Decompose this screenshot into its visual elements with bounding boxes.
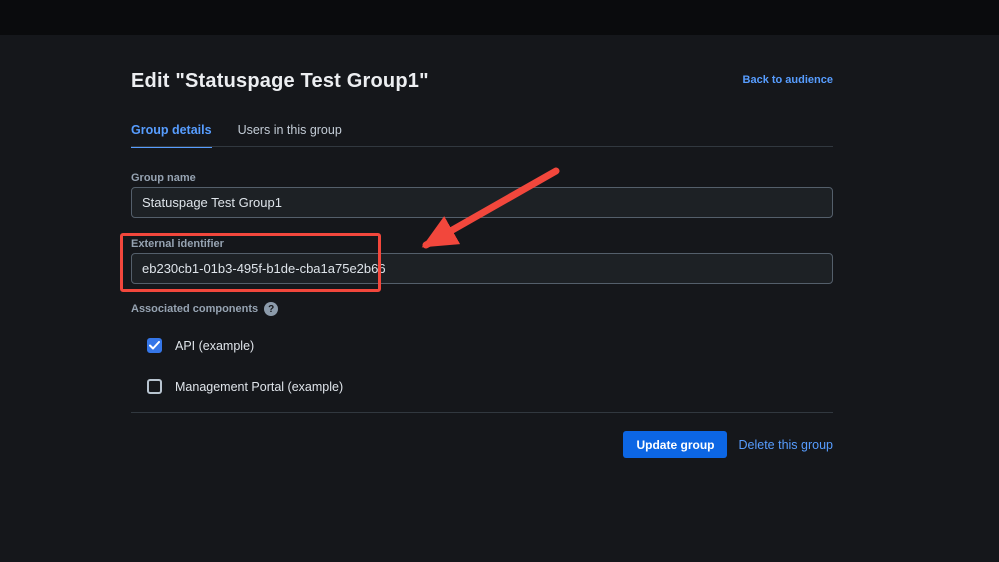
checkbox-api[interactable] [147, 338, 162, 353]
group-name-input[interactable] [131, 187, 833, 218]
top-band [0, 0, 999, 35]
update-group-button[interactable]: Update group [623, 431, 728, 458]
tab-users-in-group[interactable]: Users in this group [238, 123, 342, 148]
tab-bar: Group details Users in this group [131, 123, 342, 148]
back-to-audience-link[interactable]: Back to audience [743, 74, 833, 86]
component-option-management-portal[interactable]: Management Portal (example) [147, 379, 343, 394]
associated-components-label: Associated components [131, 303, 259, 315]
checkbox-management-portal-label: Management Portal (example) [175, 379, 344, 394]
tab-group-details[interactable]: Group details [131, 123, 212, 148]
checkbox-api-label: API (example) [175, 338, 255, 353]
tabs-divider [131, 146, 833, 147]
external-identifier-label: External identifier [131, 238, 224, 250]
group-name-label: Group name [131, 172, 196, 184]
checkbox-management-portal[interactable] [147, 379, 162, 394]
external-identifier-input[interactable] [131, 253, 833, 284]
form-actions: Update group Delete this group [131, 431, 833, 458]
associated-components-label-row: Associated components ? [131, 302, 279, 316]
component-option-api[interactable]: API (example) [147, 338, 254, 353]
delete-group-link[interactable]: Delete this group [738, 438, 833, 452]
help-icon[interactable]: ? [264, 302, 279, 316]
page-title: Edit "Statuspage Test Group1" [131, 70, 429, 92]
footer-divider [131, 412, 833, 413]
checkmark-icon [149, 341, 160, 350]
page: Edit "Statuspage Test Group1" Back to au… [0, 0, 999, 562]
